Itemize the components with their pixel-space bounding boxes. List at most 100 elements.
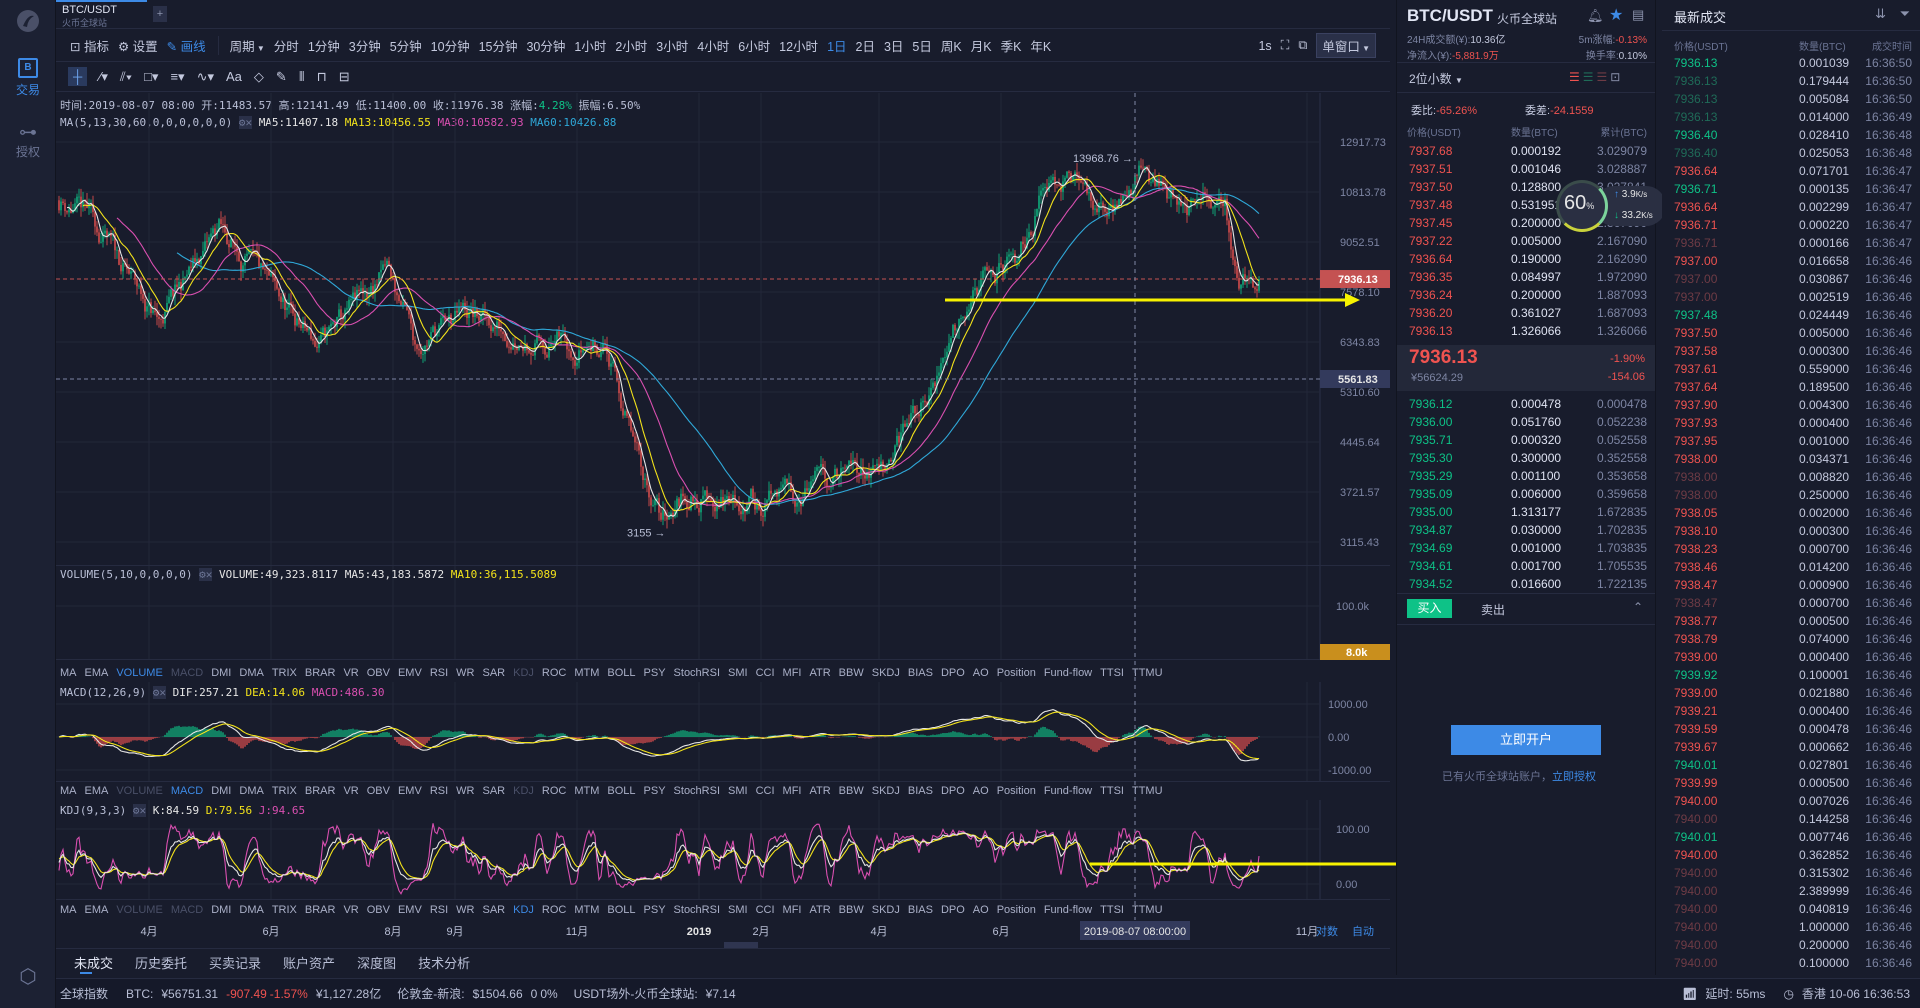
indicator-tab-bias[interactable]: BIAS: [908, 785, 933, 797]
indicator-tab-ttsi[interactable]: TTSI: [1100, 785, 1124, 797]
wave-tool-icon[interactable]: ∿▾: [197, 69, 214, 85]
indicator-tab-sar[interactable]: SAR: [482, 904, 505, 916]
period-10分钟[interactable]: 10分钟: [431, 36, 470, 55]
period-6小时[interactable]: 6小时: [738, 36, 770, 55]
eraser-tool-icon[interactable]: ◇: [254, 69, 264, 85]
indicator-tab-bbw[interactable]: BBW: [839, 785, 864, 797]
indicator-tab-mtm[interactable]: MTM: [574, 785, 599, 797]
indicator-tab-mfi[interactable]: MFI: [783, 785, 802, 797]
indicator-tab-vr[interactable]: VR: [343, 785, 358, 797]
indicator-tab-dma[interactable]: DMA: [239, 904, 263, 916]
period-月K[interactable]: 月K: [971, 36, 992, 55]
indicator-tab-ttsi[interactable]: TTSI: [1100, 904, 1124, 916]
indicator-tab-wr[interactable]: WR: [456, 667, 474, 679]
indicator-tab-psy[interactable]: PSY: [644, 667, 666, 679]
indicator-tab-ttsi[interactable]: TTSI: [1100, 667, 1124, 679]
period-3小时[interactable]: 3小时: [656, 36, 688, 55]
indicator-tab-position[interactable]: Position: [997, 667, 1036, 679]
indicator-tab-macd[interactable]: MACD: [171, 667, 203, 679]
orderbook-row[interactable]: 7935.29 0.001100 0.353658: [1397, 467, 1655, 485]
bottom-tab-1[interactable]: 历史委托: [135, 953, 187, 972]
fibonacci-tool-icon[interactable]: ≡▾: [170, 69, 184, 85]
period-周K[interactable]: 周K: [941, 36, 962, 55]
symbol-tab[interactable]: BTC/USDT 火币全球站: [56, 0, 147, 28]
indicator-tab-atr[interactable]: ATR: [809, 785, 830, 797]
asks-only-icon[interactable]: ☰: [1597, 70, 1611, 84]
indicator-tab-atr[interactable]: ATR: [809, 667, 830, 679]
detail-icon[interactable]: ▤: [1632, 7, 1644, 23]
indicator-tab-wr[interactable]: WR: [456, 904, 474, 916]
orderbook-row[interactable]: 7936.35 0.084997 1.972090: [1397, 268, 1655, 286]
both-sides-icon[interactable]: ☰: [1569, 70, 1583, 84]
bottom-tab-2[interactable]: 买卖记录: [209, 953, 261, 972]
indicator-tab-mfi[interactable]: MFI: [783, 667, 802, 679]
orderbook-row[interactable]: 7934.61 0.001700 1.705535: [1397, 557, 1655, 575]
indicator-tab-boll[interactable]: BOLL: [607, 667, 635, 679]
indicator-tab-fund-flow[interactable]: Fund-flow: [1044, 667, 1092, 679]
auto-scale-toggle[interactable]: 自动: [1352, 925, 1374, 938]
indicator-tab-emv[interactable]: EMV: [398, 667, 422, 679]
interval-label[interactable]: 1s: [1258, 39, 1271, 53]
bottom-tab-0[interactable]: 未成交: [74, 953, 113, 972]
indicator-tab-smi[interactable]: SMI: [728, 667, 748, 679]
orderbook-row[interactable]: 7936.64 0.190000 2.162090: [1397, 250, 1655, 268]
indicator-tab-trix[interactable]: TRIX: [272, 904, 297, 916]
indicator-tab-boll[interactable]: BOLL: [607, 904, 635, 916]
period-年K[interactable]: 年K: [1030, 36, 1051, 55]
macd-close-icon[interactable]: ✕: [159, 686, 166, 699]
line-tool-icon[interactable]: ⁄▾: [99, 69, 108, 85]
indicator-tab-cci[interactable]: CCI: [756, 904, 775, 916]
indicator-tab-ao[interactable]: AO: [973, 904, 989, 916]
period-1日[interactable]: 1日: [827, 36, 846, 55]
period-15分钟[interactable]: 15分钟: [479, 36, 518, 55]
indicator-tab-ema[interactable]: EMA: [85, 904, 109, 916]
indicator-tab-rsi[interactable]: RSI: [430, 904, 448, 916]
indicator-tab-ttmu[interactable]: TTMU: [1132, 904, 1163, 916]
collapse-icon[interactable]: ⌃: [1633, 600, 1643, 614]
period-2小时[interactable]: 2小时: [615, 36, 647, 55]
indicator-tab-obv[interactable]: OBV: [367, 785, 390, 797]
orderbook-row[interactable]: 7937.68 0.000192 3.029079: [1397, 142, 1655, 160]
indicator-tab-ttmu[interactable]: TTMU: [1132, 667, 1163, 679]
buy-tab[interactable]: 买入: [1407, 599, 1452, 618]
indicator-tab-mtm[interactable]: MTM: [574, 667, 599, 679]
parallel-line-tool-icon[interactable]: ⫽▾: [120, 69, 132, 85]
indicator-tab-stochrsi[interactable]: StochRSI: [674, 667, 720, 679]
sort-icon[interactable]: ⇊: [1875, 6, 1886, 22]
star-icon[interactable]: ★: [1609, 5, 1623, 25]
orderbook-row[interactable]: 7936.13 1.326066 1.326066: [1397, 322, 1655, 340]
bottom-tab-3[interactable]: 账户资产: [283, 953, 335, 972]
log-scale-toggle[interactable]: 对数: [1316, 924, 1338, 938]
text-tool-icon[interactable]: Aa: [226, 69, 242, 84]
indicator-tab-brar[interactable]: BRAR: [305, 667, 336, 679]
indicator-tab-stochrsi[interactable]: StochRSI: [674, 785, 720, 797]
depth-view-icons[interactable]: ☰☰☰⊡: [1569, 70, 1623, 84]
indicator-tab-mfi[interactable]: MFI: [783, 904, 802, 916]
indicator-tab-dmi[interactable]: DMI: [211, 785, 231, 797]
indicator-tab-ma[interactable]: MA: [60, 667, 77, 679]
trash-icon[interactable]: ⊟: [339, 69, 350, 85]
orderbook-row[interactable]: 7936.20 0.361027 1.687093: [1397, 304, 1655, 322]
period-季K[interactable]: 季K: [1001, 36, 1022, 55]
indicator-tab-macd[interactable]: MACD: [171, 785, 203, 797]
orderbook-row[interactable]: 7934.69 0.001000 1.703835: [1397, 539, 1655, 557]
period-30分钟[interactable]: 30分钟: [526, 36, 565, 55]
indicator-tab-trix[interactable]: TRIX: [272, 667, 297, 679]
settings-gear-icon[interactable]: ⬡: [0, 964, 56, 989]
indicator-tab-macd[interactable]: MACD: [171, 904, 203, 916]
lock-tool-icon[interactable]: ⊓: [317, 69, 327, 85]
period-3日[interactable]: 3日: [884, 36, 903, 55]
filter-icon[interactable]: ⏷: [1900, 6, 1910, 22]
expand-icon[interactable]: ⊡: [1610, 70, 1623, 84]
indicator-tab-stochrsi[interactable]: StochRSI: [674, 904, 720, 916]
settings-button[interactable]: ⚙ 设置: [118, 36, 158, 55]
indicator-tab-bbw[interactable]: BBW: [839, 904, 864, 916]
orderbook-row[interactable]: 7935.00 1.313177 1.672835: [1397, 503, 1655, 521]
orderbook-row[interactable]: 7936.24 0.200000 1.887093: [1397, 286, 1655, 304]
period-2日[interactable]: 2日: [856, 36, 875, 55]
indicator-tab-ema[interactable]: EMA: [85, 785, 109, 797]
indicator-tab-ao[interactable]: AO: [973, 667, 989, 679]
indicator-tab-brar[interactable]: BRAR: [305, 785, 336, 797]
indicator-tab-volume[interactable]: VOLUME: [116, 785, 162, 797]
period-3分钟[interactable]: 3分钟: [349, 36, 381, 55]
